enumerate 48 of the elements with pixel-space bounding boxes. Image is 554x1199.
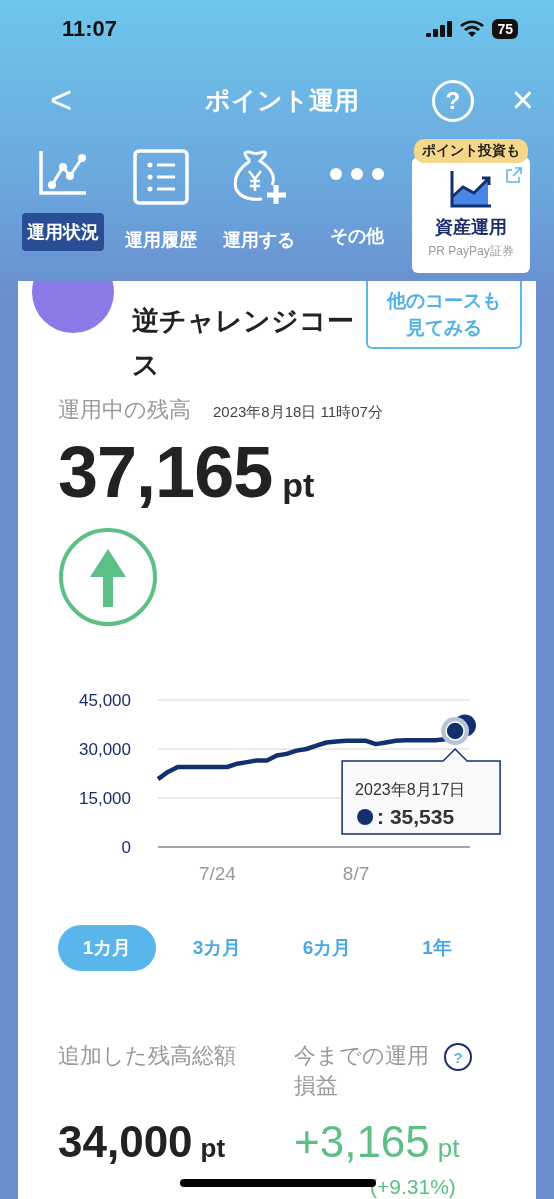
y-axis-label: 0	[121, 838, 131, 857]
nav-tab[interactable]: その他	[325, 217, 389, 255]
balance-unit: pt	[282, 466, 315, 505]
y-axis-label: 45,000	[79, 691, 131, 710]
added-total-amount: 34,000	[58, 1117, 193, 1167]
balance-timestamp: 2023年8月18日 11時07分	[213, 403, 383, 422]
battery-icon: 75	[492, 19, 518, 40]
period-tab[interactable]: 3カ月	[168, 925, 266, 971]
y-axis-label: 30,000	[79, 740, 131, 759]
period-tab[interactable]: 6カ月	[278, 925, 376, 971]
other-courses-button[interactable]: 他のコースも見てみる	[366, 281, 522, 349]
line-chart-icon	[38, 149, 88, 197]
list-icon	[133, 149, 189, 205]
profit-loss-percent: (+9.31%)	[369, 1175, 457, 1199]
nav-tab[interactable]: 運用状況	[22, 213, 104, 251]
status-time: 11:07	[62, 16, 118, 43]
external-link-icon	[506, 167, 522, 183]
y-axis-label: 15,000	[79, 789, 131, 808]
promo-card[interactable]: 資産運用 PR PayPay証券	[412, 157, 530, 273]
more-icon	[329, 167, 385, 181]
profit-loss-amount: +3,165	[294, 1117, 430, 1167]
promo-sponsor: PR PayPay証券	[428, 243, 514, 260]
tooltip-date: 2023年8月17日	[355, 781, 466, 798]
x-axis-label: 8/7	[342, 863, 370, 884]
help-button[interactable]: ?	[444, 1043, 472, 1071]
profit-loss-label: 今までの運用損益	[294, 1042, 430, 1100]
period-tab[interactable]: 1年	[388, 925, 486, 971]
promo-badge: ポイント投資も	[414, 139, 528, 163]
added-total-unit: pt	[200, 1133, 226, 1164]
wifi-icon	[460, 20, 485, 39]
added-total-label: 追加した残高総額	[58, 1042, 237, 1070]
profit-loss-unit: pt	[437, 1133, 460, 1164]
signal-icon	[426, 21, 453, 38]
promo-title: 資産運用	[435, 216, 507, 239]
help-button[interactable]: ?	[431, 79, 474, 122]
nav-tab[interactable]: 運用履歴	[120, 221, 202, 259]
close-button[interactable]: ×	[511, 79, 534, 123]
balance-amount: 37,165	[58, 431, 273, 513]
course-name: 逆チャレンジコース	[132, 305, 355, 382]
tooltip-value: : 35,535	[377, 805, 455, 828]
balance-label: 運用中の残高	[58, 396, 191, 424]
x-axis-label: 7/24	[198, 863, 236, 884]
nav-tab[interactable]: 運用する	[218, 221, 300, 259]
back-button[interactable]: <	[50, 79, 73, 123]
period-tab[interactable]: 1カ月	[58, 925, 156, 971]
selected-point	[441, 717, 470, 746]
rising-chart-icon	[449, 169, 493, 209]
page-title: ポイント運用	[205, 85, 359, 117]
